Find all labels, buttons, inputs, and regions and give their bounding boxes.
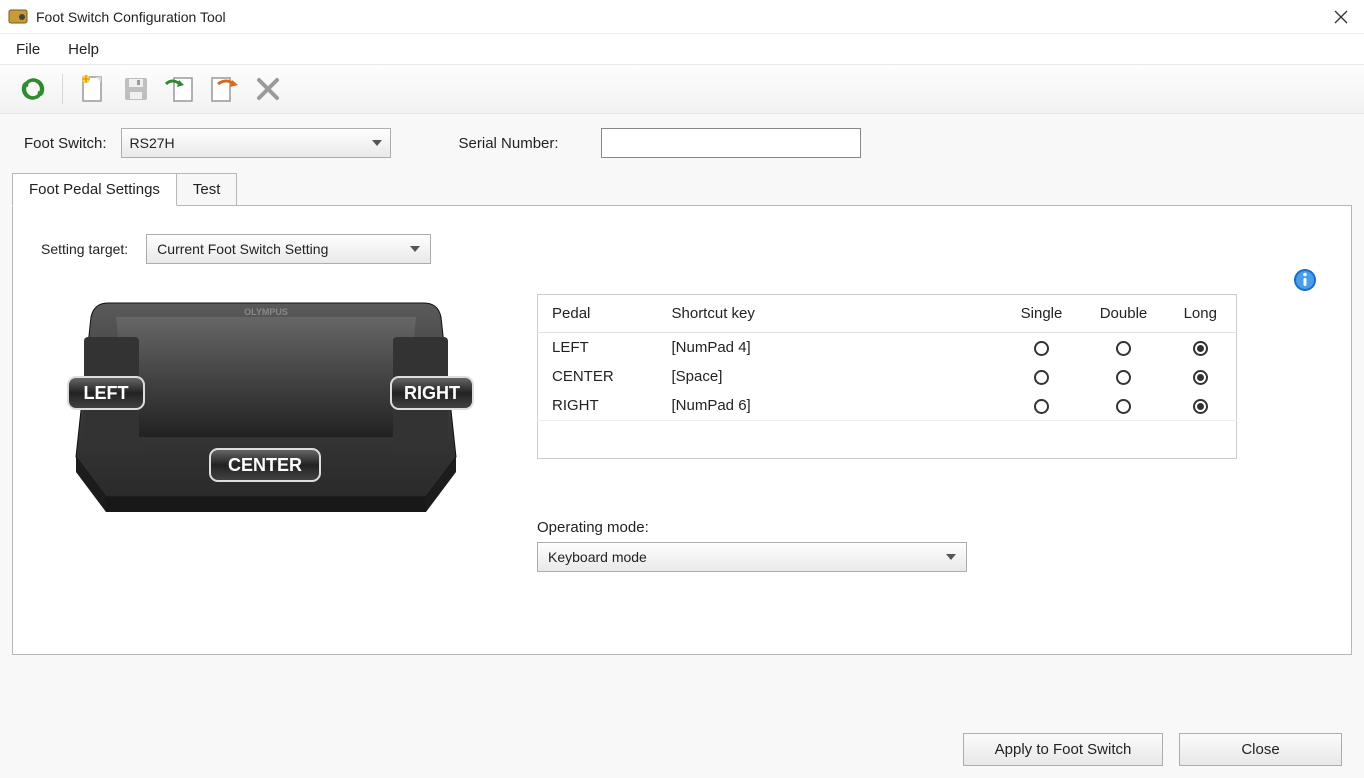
radio-single[interactable] xyxy=(1034,370,1049,385)
serial-number-input[interactable] xyxy=(601,128,861,158)
table-row-empty xyxy=(538,421,1237,459)
operating-mode-select[interactable]: Keyboard mode xyxy=(537,542,967,572)
toolbar-separator xyxy=(62,74,63,104)
operating-mode-value: Keyboard mode xyxy=(548,549,946,565)
svg-text:CENTER: CENTER xyxy=(228,455,302,475)
radio-double[interactable] xyxy=(1116,341,1131,356)
menu-help[interactable]: Help xyxy=(68,41,99,58)
app-icon xyxy=(8,7,28,27)
foot-switch-select[interactable]: RS27H xyxy=(121,128,391,158)
chevron-down-icon xyxy=(946,554,956,560)
col-single: Single xyxy=(1001,295,1083,333)
apply-button[interactable]: Apply to Foot Switch xyxy=(963,733,1163,766)
window-title: Foot Switch Configuration Tool xyxy=(36,9,226,25)
import-button[interactable] xyxy=(163,72,197,106)
setting-target-value: Current Foot Switch Setting xyxy=(157,241,410,257)
svg-text:OLYMPUS: OLYMPUS xyxy=(244,307,288,317)
pedal-image: OLYMPUS LEFT RIGHT CENTER xyxy=(41,294,491,534)
tab-test[interactable]: Test xyxy=(176,173,238,205)
tab-container: Foot Pedal Settings Test Setting target:… xyxy=(12,172,1352,655)
tab-headers: Foot Pedal Settings Test xyxy=(12,172,1352,205)
table-row[interactable]: RIGHT[NumPad 6] xyxy=(538,391,1237,421)
export-icon xyxy=(208,74,240,104)
setting-target-select[interactable]: Current Foot Switch Setting xyxy=(146,234,431,264)
foot-switch-label: Foot Switch: xyxy=(24,135,107,152)
radio-long[interactable] xyxy=(1193,370,1208,385)
export-button[interactable] xyxy=(207,72,241,106)
new-file-button[interactable] xyxy=(75,72,109,106)
col-shortcut: Shortcut key xyxy=(658,295,1001,333)
setting-target-label: Setting target: xyxy=(41,241,128,257)
foot-switch-value: RS27H xyxy=(130,135,372,151)
table-row[interactable]: LEFT[NumPad 4] xyxy=(538,333,1237,363)
table-row[interactable]: CENTER[Space] xyxy=(538,362,1237,391)
apply-button-label: Apply to Foot Switch xyxy=(995,741,1132,758)
radio-double[interactable] xyxy=(1116,399,1131,414)
cell-shortcut: [NumPad 6] xyxy=(658,391,1001,421)
col-pedal: Pedal xyxy=(538,295,658,333)
close-icon xyxy=(1334,10,1348,24)
save-icon xyxy=(122,75,150,103)
radio-single[interactable] xyxy=(1034,399,1049,414)
close-button-label: Close xyxy=(1241,741,1279,758)
window-close-button[interactable] xyxy=(1318,0,1364,34)
operating-mode-label: Operating mode: xyxy=(537,519,1323,536)
titlebar: Foot Switch Configuration Tool xyxy=(0,0,1364,34)
info-icon xyxy=(1293,268,1317,292)
refresh-icon xyxy=(19,75,47,103)
footer: Apply to Foot Switch Close xyxy=(0,720,1364,778)
refresh-button[interactable] xyxy=(16,72,50,106)
info-button[interactable] xyxy=(1293,268,1317,295)
col-long: Long xyxy=(1165,295,1237,333)
svg-text:LEFT: LEFT xyxy=(84,383,129,403)
radio-double[interactable] xyxy=(1116,370,1131,385)
chevron-down-icon xyxy=(372,140,382,146)
delete-icon xyxy=(255,76,281,102)
toolbar xyxy=(0,64,1364,114)
cell-pedal: CENTER xyxy=(538,362,658,391)
save-button[interactable] xyxy=(119,72,153,106)
cell-shortcut: [NumPad 4] xyxy=(658,333,1001,363)
new-file-icon xyxy=(78,74,106,104)
radio-long[interactable] xyxy=(1193,399,1208,414)
foot-pedal-illustration: OLYMPUS LEFT RIGHT CENTER xyxy=(46,297,486,532)
svg-text:RIGHT: RIGHT xyxy=(404,383,460,403)
import-icon xyxy=(164,74,196,104)
cell-pedal: RIGHT xyxy=(538,391,658,421)
radio-long[interactable] xyxy=(1193,341,1208,356)
col-double: Double xyxy=(1083,295,1165,333)
device-row: Foot Switch: RS27H Serial Number: xyxy=(0,114,1364,172)
cell-shortcut: [Space] xyxy=(658,362,1001,391)
tab-foot-pedal-settings[interactable]: Foot Pedal Settings xyxy=(12,173,177,206)
tab-body: Setting target: Current Foot Switch Sett… xyxy=(12,205,1352,655)
close-button[interactable]: Close xyxy=(1179,733,1342,766)
serial-number-label: Serial Number: xyxy=(459,135,559,152)
delete-button[interactable] xyxy=(251,72,285,106)
radio-single[interactable] xyxy=(1034,341,1049,356)
menubar: File Help xyxy=(0,34,1364,64)
cell-pedal: LEFT xyxy=(538,333,658,363)
pedal-table: Pedal Shortcut key Single Double Long LE… xyxy=(537,294,1237,459)
menu-file[interactable]: File xyxy=(16,41,40,58)
chevron-down-icon xyxy=(410,246,420,252)
